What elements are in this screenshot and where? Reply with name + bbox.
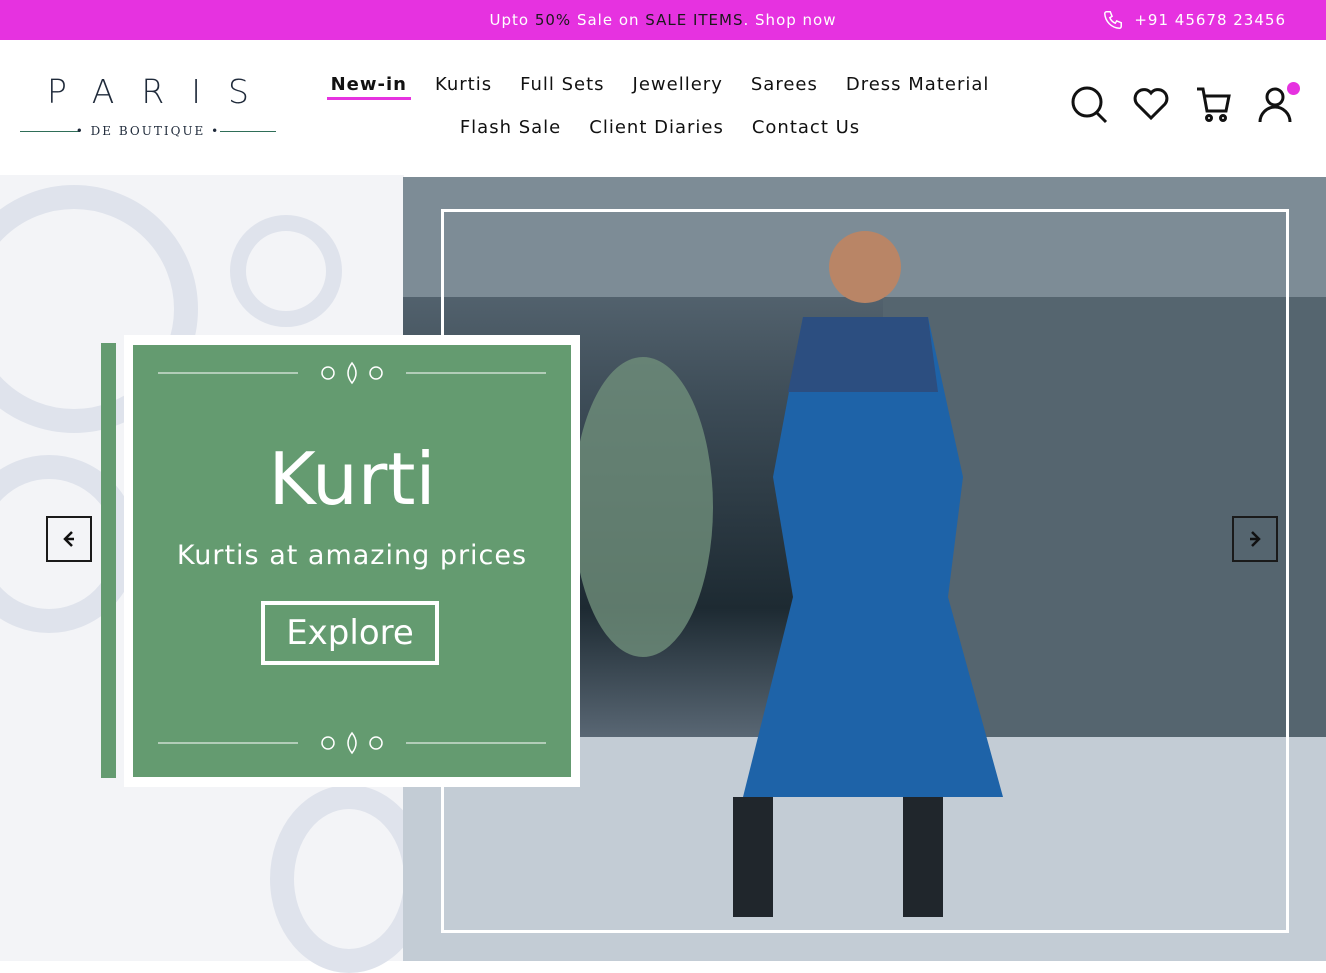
logo-wordmark: PARIS <box>47 72 276 111</box>
promo-middle: Sale on <box>571 11 646 29</box>
ornament-bottom <box>158 731 546 755</box>
nav-kurtis[interactable]: Kurtis <box>431 72 496 100</box>
brand-logo[interactable]: PARIS • DE BOUTIQUE • <box>20 62 276 142</box>
promo-shop-now: . Shop now <box>743 11 837 29</box>
account-button[interactable] <box>1256 82 1300 124</box>
carousel-next-button[interactable] <box>1232 516 1278 562</box>
phone-number: +91 45678 23456 <box>1134 11 1286 29</box>
nav-flash-sale[interactable]: Flash Sale <box>456 115 565 140</box>
cart-icon <box>1197 87 1231 122</box>
nav-row-2: Flash Sale Client Diaries Contact Us <box>330 115 990 140</box>
heart-icon <box>1133 88 1169 121</box>
nav-sarees[interactable]: Sarees <box>747 72 822 100</box>
search-button[interactable] <box>1070 84 1108 124</box>
explore-button[interactable]: Explore <box>261 601 439 665</box>
nav-jewellery[interactable]: Jewellery <box>629 72 727 100</box>
main-nav: New-in Kurtis Full Sets Jewellery Sarees… <box>326 72 990 155</box>
header-actions <box>1070 82 1300 124</box>
promo-items: SALE ITEMS <box>645 11 744 29</box>
carousel-prev-button[interactable] <box>46 516 92 562</box>
promo-bar: Upto 50% Sale on SALE ITEMS. Shop now +9… <box>0 0 1326 40</box>
arrow-left-icon <box>63 531 74 547</box>
notification-dot <box>1287 82 1300 95</box>
promo-percent: 50% <box>534 11 572 29</box>
hero-title: Kurti <box>268 437 436 521</box>
nav-client-diaries[interactable]: Client Diaries <box>585 115 728 140</box>
swirl-decoration <box>230 215 342 327</box>
nav-contact-us[interactable]: Contact Us <box>748 115 864 140</box>
nav-row-1: New-in Kurtis Full Sets Jewellery Sarees… <box>326 72 990 100</box>
hero-card: Kurti Kurtis at amazing prices Explore <box>133 345 571 777</box>
logo-divider-right <box>220 131 276 132</box>
arrow-right-icon <box>1250 531 1261 547</box>
wishlist-button[interactable] <box>1132 84 1170 124</box>
ornament-top <box>158 361 546 385</box>
cart-button[interactable] <box>1194 84 1232 124</box>
hero-subtitle: Kurtis at amazing prices <box>176 540 528 571</box>
nav-full-sets[interactable]: Full Sets <box>516 72 608 100</box>
phone-icon <box>1104 11 1123 29</box>
hero-card-stripe <box>101 343 116 778</box>
search-icon <box>1071 86 1108 124</box>
phone-contact[interactable]: +91 45678 23456 <box>1102 9 1286 31</box>
logo-subtitle-text: DE BOUTIQUE <box>90 124 206 138</box>
nav-dress-material[interactable]: Dress Material <box>842 72 994 100</box>
promo-prefix: Upto <box>489 11 535 29</box>
nav-new-in[interactable]: New-in <box>326 72 411 100</box>
